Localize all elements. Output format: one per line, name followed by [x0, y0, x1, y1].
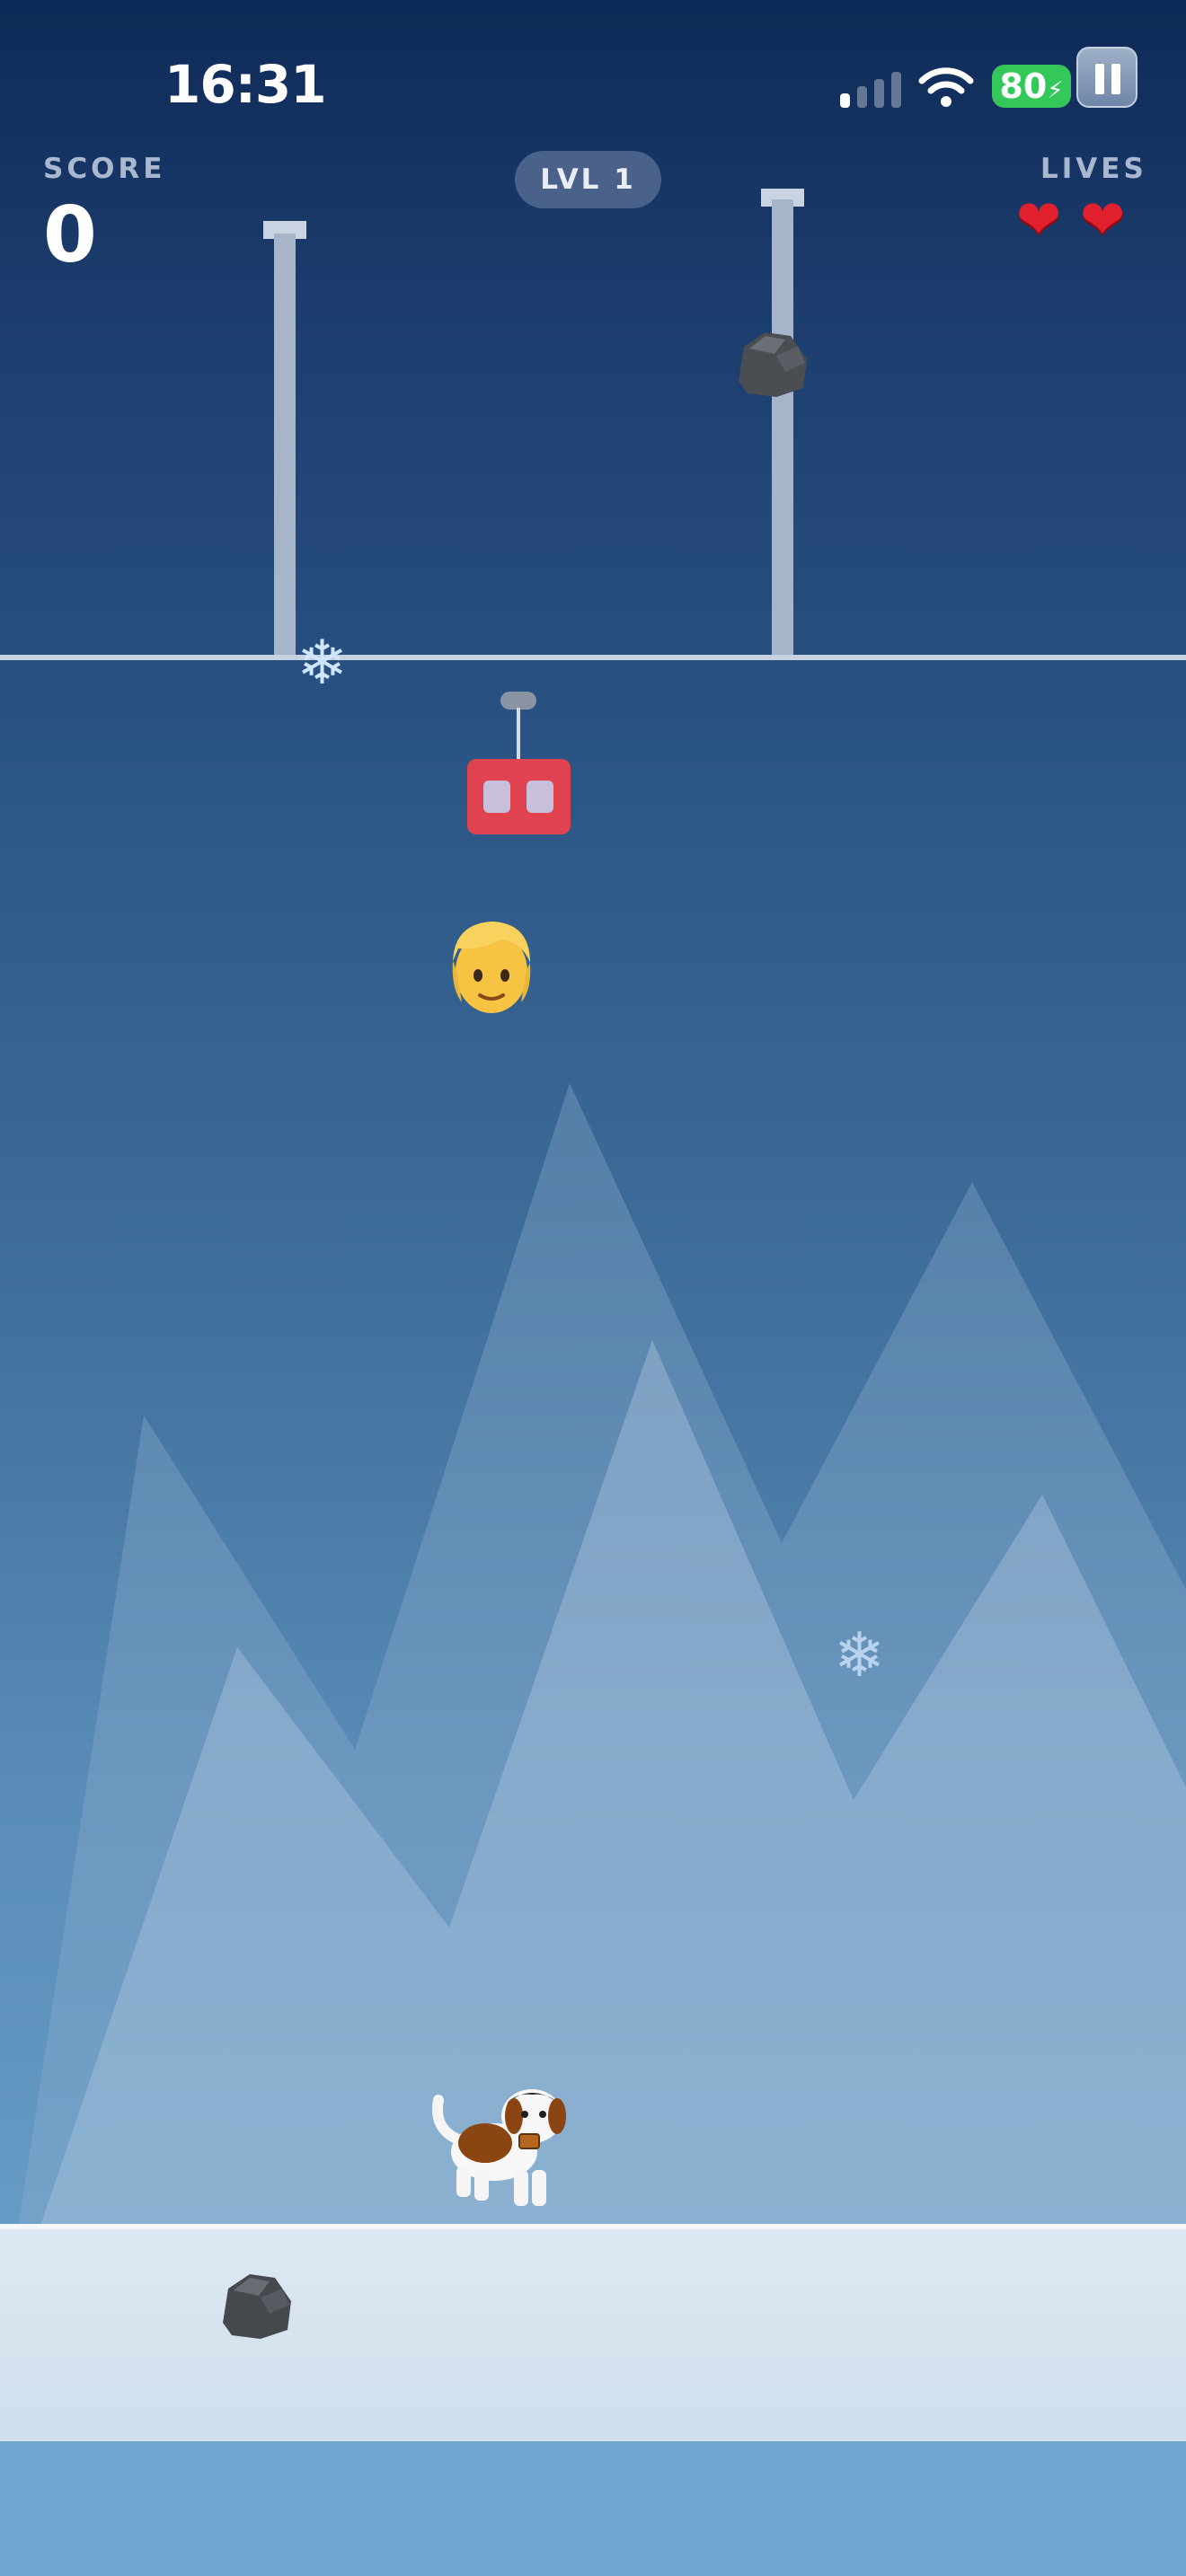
rock-icon: [739, 332, 807, 397]
heart-icon: ❤: [1080, 189, 1126, 251]
score-value: 0: [43, 190, 97, 280]
dog-player-icon[interactable]: [431, 2084, 568, 2210]
wifi-icon: [918, 67, 974, 107]
battery-icon: 80⚡: [992, 65, 1071, 108]
gondola-wire: [517, 708, 520, 760]
lives-label: LIVES: [1040, 153, 1147, 185]
snow-ground: [0, 2229, 1186, 2441]
level-badge: LVL 1: [515, 151, 661, 208]
cable-pole: [772, 199, 793, 657]
pause-button[interactable]: [1076, 47, 1137, 108]
rock-icon: [223, 2274, 291, 2339]
cable-pole: [274, 234, 296, 657]
ground-base: [0, 2441, 1186, 2576]
person-icon: [452, 922, 531, 1013]
gondola-window: [527, 781, 553, 813]
ski-lift-cable: [0, 655, 1186, 660]
gondola-window: [483, 781, 510, 813]
mountain-range: [0, 1083, 1186, 2344]
snowflake-icon: ❄: [296, 628, 348, 699]
battery-level: 80: [999, 66, 1048, 106]
cellular-signal-icon: [840, 66, 903, 108]
status-time: 16:31: [164, 54, 327, 115]
gondola-hook: [500, 692, 536, 710]
score-label: SCORE: [43, 153, 166, 185]
gondola-cabin: [467, 759, 571, 834]
heart-icon: ❤: [1016, 189, 1062, 251]
